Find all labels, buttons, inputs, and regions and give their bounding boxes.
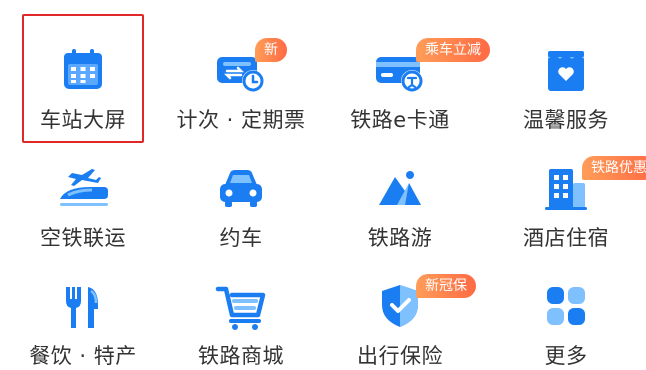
- new-badge: 新: [255, 38, 287, 62]
- calendar-icon: [53, 42, 113, 98]
- service-grid: 车站大屏 新 计次 · 定期票 乘车立减 铁路e卡通 温馨服务 空铁联运 约车 …: [0, 0, 646, 370]
- heart-box-icon: [536, 42, 596, 98]
- shopping-cart-icon: [211, 278, 271, 334]
- service-label: 更多: [544, 344, 588, 368]
- covid-insurance-badge: 新冠保: [416, 274, 476, 298]
- service-rail-travel[interactable]: 铁路游: [320, 134, 480, 252]
- service-label: 铁路游: [367, 226, 433, 250]
- service-label: 铁路e卡通: [350, 108, 450, 132]
- service-label: 餐饮 · 特产: [29, 344, 137, 368]
- service-more[interactable]: 更多: [486, 252, 646, 370]
- service-travel-insurance[interactable]: 新冠保 出行保险: [320, 252, 480, 370]
- service-count-ticket[interactable]: 新 计次 · 定期票: [161, 16, 321, 134]
- service-warm-service[interactable]: 温馨服务: [486, 16, 646, 134]
- plane-train-icon: [53, 160, 113, 216]
- service-rail-mall[interactable]: 铁路商城: [161, 252, 321, 370]
- service-car-hail[interactable]: 约车: [161, 134, 321, 252]
- service-label: 出行保险: [357, 344, 443, 368]
- service-label: 计次 · 定期票: [176, 108, 306, 132]
- discount-badge: 乘车立减: [416, 38, 490, 62]
- service-label: 车站大屏: [40, 108, 126, 132]
- service-air-rail[interactable]: 空铁联运: [3, 134, 163, 252]
- service-station-screen[interactable]: 车站大屏: [3, 16, 163, 134]
- rail-discount-badge: 铁路优惠: [582, 156, 646, 180]
- mountain-icon: [370, 160, 430, 216]
- service-label: 温馨服务: [523, 108, 609, 132]
- service-label: 约车: [219, 226, 263, 250]
- service-label: 铁路商城: [198, 344, 284, 368]
- service-hotel[interactable]: 铁路优惠 酒店住宿: [486, 134, 646, 252]
- more-grid-icon: [536, 278, 596, 334]
- service-label: 空铁联运: [40, 226, 126, 250]
- service-label: 酒店住宿: [523, 226, 609, 250]
- car-icon: [211, 160, 271, 216]
- service-rail-ecard[interactable]: 乘车立减 铁路e卡通: [320, 16, 490, 134]
- fork-knife-icon: [53, 278, 113, 334]
- service-food-specialty[interactable]: 餐饮 · 特产: [3, 252, 163, 370]
